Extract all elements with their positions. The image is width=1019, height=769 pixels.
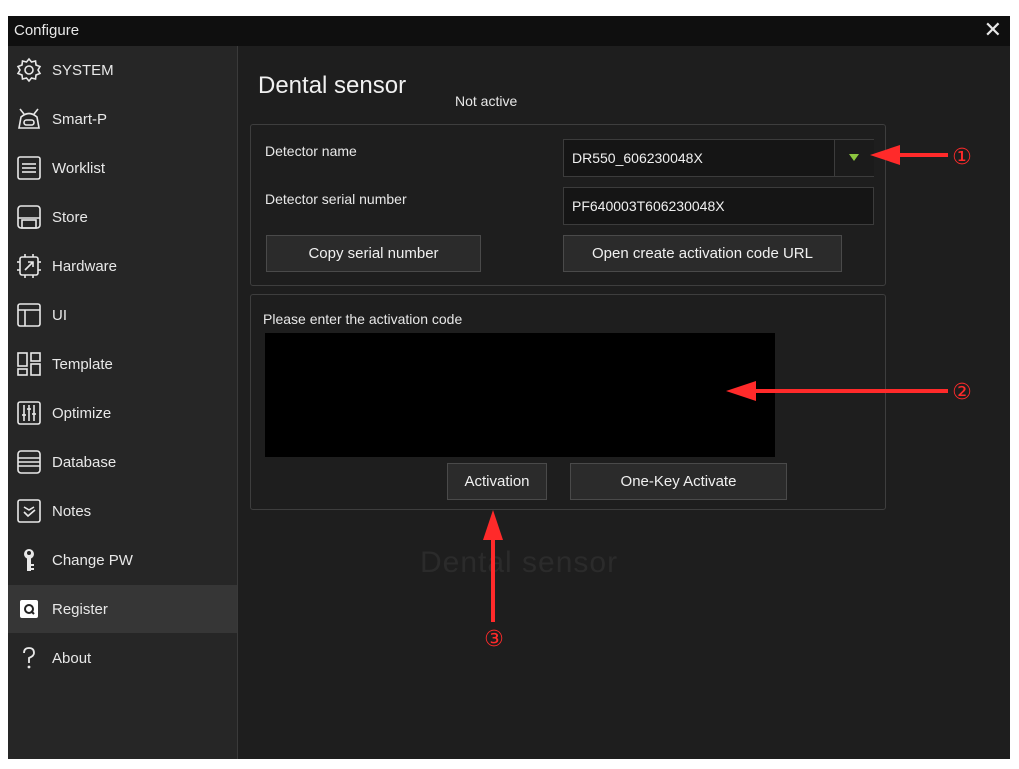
annotation-arrow-1 [870, 145, 948, 165]
annotation-marker-1: ① [952, 145, 972, 170]
annotation-arrow-2 [726, 381, 948, 401]
annotation-marker-3: ③ [484, 627, 504, 652]
annotation-marker-2: ② [952, 380, 972, 405]
annotation-overlay: ① ② ③ [483, 145, 972, 652]
annotation-arrow-3 [483, 510, 503, 622]
